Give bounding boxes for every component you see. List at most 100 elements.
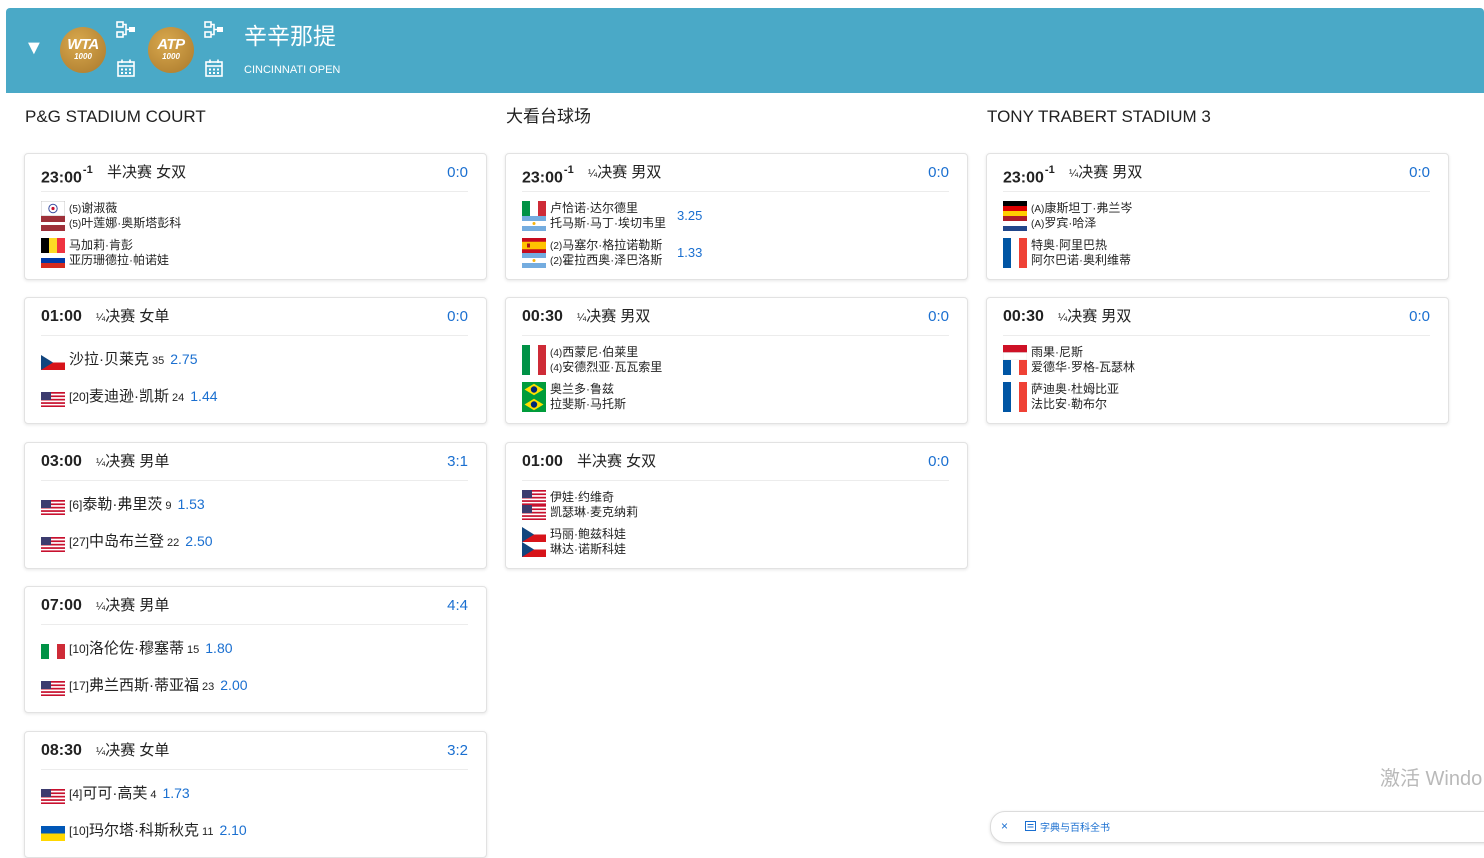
match-card[interactable]: 23:00-1 ¼决赛 男双 0:0 (A)康斯坦丁·弗兰岑 (A)罗宾·哈泽 特奥·阿里…: [986, 153, 1449, 280]
court-name: P&G STADIUM COURT: [25, 107, 206, 126]
collapse-toggle-icon[interactable]: ▼: [24, 38, 44, 58]
match-card[interactable]: 01:00 ¼决赛 女单 0:0 沙拉·贝莱克 35 2.75 [20]麦迪逊·凯斯 24 1.…: [24, 297, 487, 424]
match-round: 半决赛 女双: [107, 164, 186, 182]
player-entry: (2)马塞尔·格拉诺勒斯: [550, 238, 662, 254]
player-name: 托马斯·马丁·埃切韦里: [550, 216, 666, 230]
player-row[interactable]: [6]泰勒·弗里茨 9 1.53: [41, 494, 468, 515]
player-row[interactable]: [20]麦迪逊·凯斯 24 1.44: [41, 386, 468, 407]
player-row[interactable]: [10]洛伦佐·穆塞蒂 15 1.80: [41, 638, 468, 659]
player-entry: 沙拉·贝莱克 35 2.75: [69, 349, 198, 371]
team-entry[interactable]: 奥兰多·鲁兹 拉斐斯·马托斯: [522, 382, 949, 412]
player-row[interactable]: [17]弗兰西斯·蒂亚福 23 2.00: [41, 675, 468, 696]
round-label: 半决赛 女双: [577, 453, 657, 470]
player-odds[interactable]: 1.44: [190, 388, 217, 404]
player-name: 爱德华·罗格-瓦瑟林: [1031, 360, 1135, 374]
player-entry: 法比安·勒布尔: [1031, 397, 1107, 412]
flag-icon-fra: [1003, 238, 1027, 253]
match-round: ¼决赛 男双: [1058, 308, 1131, 327]
team-entry[interactable]: 伊娃·约维奇 凯瑟琳·麦克纳莉: [522, 490, 949, 520]
match-header: 08:30 ¼决赛 女单 3:2: [41, 732, 468, 770]
atp-logo-text: ATP: [157, 36, 185, 53]
player-row: 亚历珊德拉·帕诺娃: [41, 253, 468, 268]
team-entry[interactable]: (5)谢淑薇 (5)叶莲娜·奥斯塔彭科: [41, 201, 468, 231]
match-score[interactable]: 0:0: [928, 308, 949, 326]
player-odds[interactable]: 2.00: [220, 677, 247, 693]
calendar-icon[interactable]: [116, 58, 136, 78]
match-score[interactable]: 4:4: [447, 597, 468, 615]
day-offset: -1: [82, 164, 93, 176]
match-score[interactable]: 0:0: [447, 308, 468, 326]
player-seed: [10]: [69, 642, 90, 656]
player-rank: 23: [202, 681, 215, 693]
calendar-icon[interactable]: [204, 58, 224, 78]
close-icon[interactable]: ×: [1001, 819, 1008, 833]
match-round: ¼决赛 女单: [96, 742, 169, 761]
match-card[interactable]: 23:00-1 ¼决赛 男双 0:0 卢恰诺·达尔德里 托马斯·马丁·埃切韦里 3.25 (…: [505, 153, 968, 280]
player-name: 谢淑薇: [81, 201, 118, 215]
flag-icon-mon: [1003, 345, 1027, 360]
atp-1000-logo[interactable]: ATP 1000: [148, 27, 194, 73]
player-seed: (2): [550, 241, 563, 252]
player-seed: [10]: [69, 824, 90, 838]
player-row[interactable]: [10]玛尔塔·科斯秋克 11 2.10: [41, 820, 468, 841]
player-name: 琳达·诺斯科娃: [550, 542, 626, 556]
player-odds[interactable]: 1.53: [177, 496, 204, 512]
team-entry[interactable]: 玛丽·鲍兹科娃 琳达·诺斯科娃: [522, 527, 949, 557]
flag-icon-usa: [41, 786, 65, 804]
match-card[interactable]: 07:00 ¼决赛 男单 4:4 [10]洛伦佐·穆塞蒂 15 1.80 [17]弗兰西斯·…: [24, 586, 487, 713]
match-score[interactable]: 0:0: [928, 164, 949, 182]
player-row: (5)谢淑薇: [41, 201, 468, 216]
match-card[interactable]: 01:00 半决赛 女双 0:0 伊娃·约维奇 凯瑟琳·麦克纳莉 玛丽·鲍兹科娃 琳达·诺斯…: [505, 442, 968, 569]
draw-bracket-icon[interactable]: [204, 20, 224, 40]
player-odds[interactable]: 2.75: [170, 351, 197, 367]
flag-icon-fra: [1003, 253, 1027, 268]
dictionary-panel: × 字典与百科全书: [990, 811, 1484, 843]
player-row[interactable]: 沙拉·贝莱克 35 2.75: [41, 349, 468, 371]
player-name: 叶莲娜·奥斯塔彭科: [81, 216, 182, 230]
team-entry[interactable]: 雨果·尼斯 爱德华·罗格-瓦瑟林: [1003, 345, 1430, 375]
match-score[interactable]: 0:0: [447, 164, 468, 182]
team-entry[interactable]: 马加莉·肯彭 亚历珊德拉·帕诺娃: [41, 238, 468, 268]
player-entry: 雨果·尼斯: [1031, 345, 1083, 360]
team-entry[interactable]: 萨迪奥·杜姆比亚 法比安·勒布尔: [1003, 382, 1430, 412]
team-entry[interactable]: (2)马塞尔·格拉诺勒斯 (2)霍拉西奥·泽巴洛斯 1.33: [522, 238, 949, 268]
player-name: 拉斐斯·马托斯: [550, 397, 626, 411]
match-score[interactable]: 0:0: [928, 453, 949, 471]
team-entry[interactable]: (A)康斯坦丁·弗兰岑 (A)罗宾·哈泽: [1003, 201, 1430, 231]
team-odds[interactable]: 1.33: [677, 245, 702, 260]
flag-icon-usa: [41, 678, 65, 696]
player-name: 沙拉·贝莱克: [69, 351, 149, 368]
match-score[interactable]: 0:0: [1409, 164, 1430, 182]
team-odds[interactable]: 3.25: [677, 208, 702, 223]
player-name: 玛尔塔·科斯秋克: [89, 822, 200, 839]
player-odds[interactable]: 2.10: [219, 822, 246, 838]
wta-1000-logo[interactable]: WTA 1000: [60, 27, 106, 73]
match-score[interactable]: 3:2: [447, 742, 468, 760]
player-odds[interactable]: 1.80: [205, 640, 232, 656]
player-row[interactable]: [27]中岛布兰登 22 2.50: [41, 531, 468, 552]
player-row[interactable]: [4]可可·高芙 4 1.73: [41, 783, 468, 804]
player-odds[interactable]: 1.73: [162, 785, 189, 801]
match-card[interactable]: 08:30 ¼决赛 女单 3:2 [4]可可·高芙 4 1.73 [10]玛尔塔·科斯秋克 1…: [24, 731, 487, 858]
team-entry[interactable]: 卢恰诺·达尔德里 托马斯·马丁·埃切韦里 3.25: [522, 201, 949, 231]
match-card[interactable]: 23:00-1 半决赛 女双 0:0 (5)谢淑薇 (5)叶莲娜·奥斯塔彭科 马加莉·肯彭…: [24, 153, 487, 280]
dictionary-link[interactable]: 字典与百科全书: [1040, 819, 1110, 834]
match-time: 23:00-1: [1003, 163, 1055, 188]
team-entry[interactable]: 特奥·阿里巴热 阿尔巴诺·奥利维蒂: [1003, 238, 1430, 268]
match-card[interactable]: 00:30 ¼决赛 男双 0:0 雨果·尼斯 爱德华·罗格-瓦瑟林 萨迪奥·杜姆比亚 法比安…: [986, 297, 1449, 424]
court-name: TONY TRABERT STADIUM 3: [987, 107, 1211, 126]
match-score[interactable]: 3:1: [447, 453, 468, 471]
draw-bracket-icon[interactable]: [116, 20, 136, 40]
player-name: 萨迪奥·杜姆比亚: [1031, 382, 1119, 396]
flag-icon-rus: [41, 253, 65, 268]
match-card[interactable]: 03:00 ¼决赛 男单 3:1 [6]泰勒·弗里茨 9 1.53 [27]中岛布兰登 22 2…: [24, 442, 487, 569]
match-time: 00:30: [522, 307, 563, 327]
team-entry[interactable]: (4)西蒙尼·伯莱里 (4)安德烈亚·瓦瓦索里: [522, 345, 949, 375]
player-entry: 玛丽·鲍兹科娃: [550, 527, 626, 542]
flag-icon-lat: [41, 216, 65, 231]
player-odds[interactable]: 2.50: [185, 533, 212, 549]
player-seed: (4): [550, 348, 563, 359]
player-name: 西蒙尼·伯莱里: [562, 345, 639, 359]
match-card[interactable]: 00:30 ¼决赛 男双 0:0 (4)西蒙尼·伯莱里 (4)安德烈亚·瓦瓦索里 奥兰多·…: [505, 297, 968, 424]
match-score[interactable]: 0:0: [1409, 308, 1430, 326]
